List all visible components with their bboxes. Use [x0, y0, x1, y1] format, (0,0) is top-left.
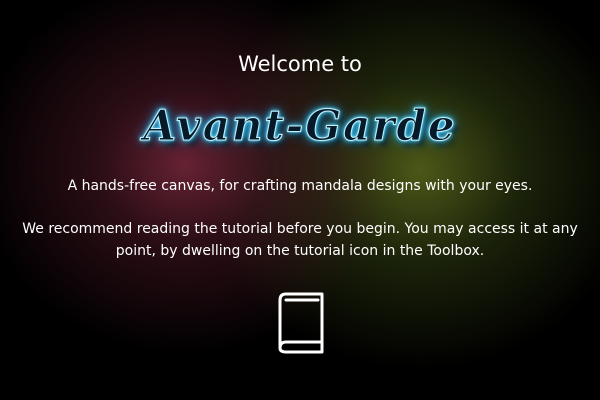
welcome-heading: Welcome to: [238, 52, 362, 76]
tutorial-book-button[interactable]: [268, 290, 332, 354]
tagline-text: A hands-free canvas, for crafting mandal…: [67, 178, 533, 194]
welcome-screen: Welcome to Avant-Garde A hands-free canv…: [0, 0, 600, 400]
app-title: Avant-Garde: [143, 101, 457, 151]
book-icon: [278, 292, 324, 354]
tutorial-recommendation-text: We recommend reading the tutorial before…: [22, 221, 578, 259]
